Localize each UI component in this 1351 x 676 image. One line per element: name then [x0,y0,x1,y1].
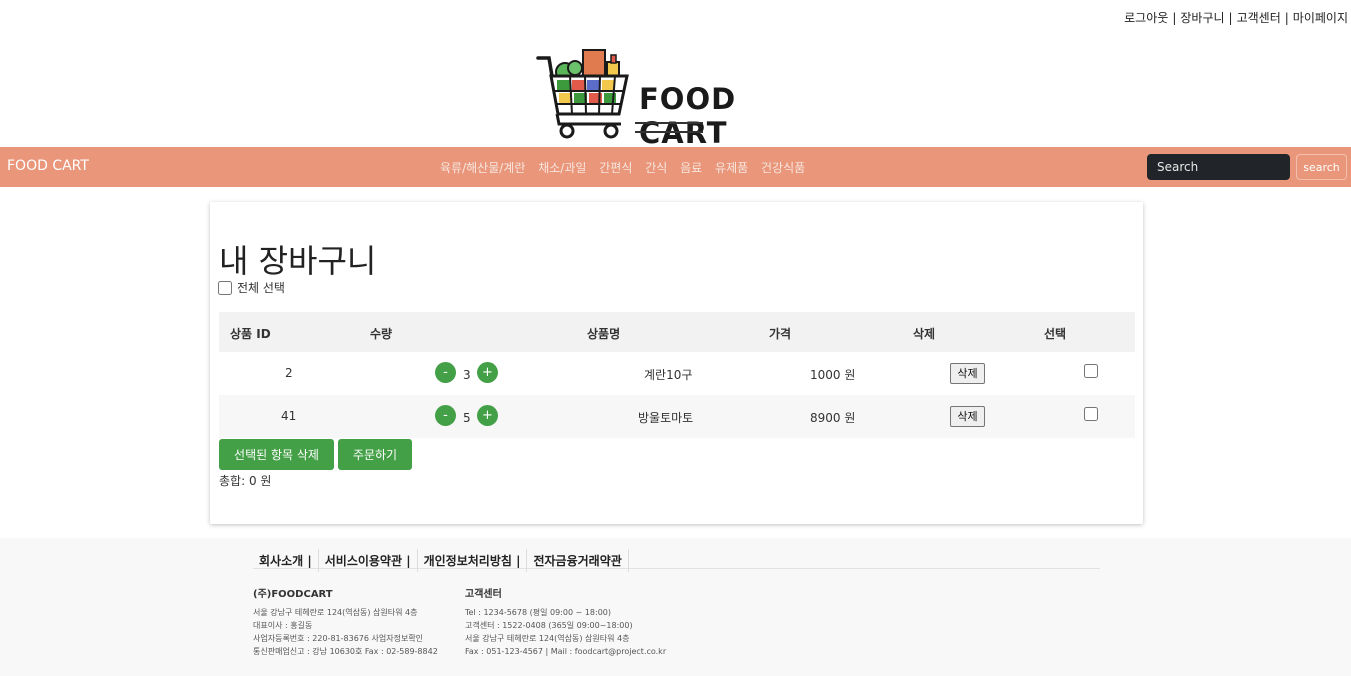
footer-link-e-finance[interactable]: 전자금융거래약관 [527,549,629,572]
logo-underline [635,131,703,133]
column-header-select: 선택 [1044,327,1067,341]
decrease-quantity-button[interactable]: - [435,362,456,383]
product-id: 2 [285,366,293,380]
cart-total: 총합: 0 원 [219,474,272,488]
company-mail-order-registration: 통신판매업신고 : 강남 10630호 Fax : 02-589-8842 [253,647,438,656]
support-fax-mail: Fax : 051-123-4567 | Mail : foodcart@pro… [465,647,667,656]
nav-item-snacks[interactable]: 간식 [645,161,667,175]
customer-center-title: 고객센터 [465,589,502,600]
nav-item-dairy[interactable]: 유제품 [715,161,748,175]
site-logo[interactable]: FOOD CART [535,46,815,150]
product-price: 1000 원 [810,368,856,382]
quantity-value: 3 [463,368,471,382]
logo-underline [635,122,703,124]
cart-panel: 내 장바구니 전체 선택 상품 ID 수량 상품명 가격 삭제 선택 2 - 3… [210,202,1143,524]
support-address: 서울 강남구 테헤란로 124(역삼동) 삼원타워 4층 [465,634,630,643]
nav-item-vegetables-fruits[interactable]: 채소/과일 [538,161,586,175]
select-all[interactable]: 전체 선택 [218,279,285,296]
company-business-number: 사업자등록번호 : 220-81-83676 사업자정보확인 [253,634,424,643]
separator: | [1172,11,1177,25]
nav-item-convenience-food[interactable]: 간편식 [599,161,632,175]
search-button[interactable]: search [1296,154,1347,180]
decrease-quantity-button[interactable]: - [435,405,456,426]
increase-quantity-button[interactable]: + [477,362,498,383]
order-button[interactable]: 주문하기 [338,439,412,470]
row-select-checkbox[interactable] [1084,364,1098,378]
column-header-id: 상품 ID [230,327,271,341]
column-header-price: 가격 [769,327,792,341]
footer-links: 회사소개 | 서비스이용약관 | 개인정보처리방침 | 전자금융거래약관 [253,549,1100,572]
delete-item-button[interactable]: 삭제 [950,406,985,427]
quantity-value: 5 [463,411,471,425]
customer-center-info: 고객센터 Tel : 1234-5678 (평일 09:00 ~ 18:00) … [465,588,666,658]
company-info: (주)FOODCART 서울 강남구 테헤란로 124(역삼동) 삼원타워 4층… [253,588,438,658]
customer-center-link[interactable]: 고객센터 [1237,11,1281,25]
site-footer: 회사소개 | 서비스이용약관 | 개인정보처리방침 | 전자금융거래약관 (주)FOO… [0,538,1351,676]
company-address: 서울 강남구 테헤란로 124(역삼동) 삼원타워 4층 [253,608,418,617]
cart-table-header: 상품 ID 수량 상품명 가격 삭제 선택 [219,312,1135,352]
separator: | [1228,11,1233,25]
nav-item-meat-seafood-eggs[interactable]: 육류/해산물/계란 [440,161,525,175]
logo-text: FOOD CART [639,82,737,150]
category-menu: 육류/해산물/계란 채소/과일 간편식 간식 음료 유제품 건강식품 [440,159,814,176]
page-title: 내 장바구니 [219,242,377,280]
product-name: 방울토마토 [638,411,694,425]
nav-item-health-food[interactable]: 건강식품 [761,161,805,175]
select-all-checkbox[interactable] [218,280,232,295]
cart-link[interactable]: 장바구니 [1180,11,1224,25]
table-row: 41 - 5 + 방울토마토 8900 원 삭제 [219,395,1135,438]
support-hotline: 고객센터 : 1522-0408 (365일 09:00~18:00) [465,621,633,630]
company-name: (주)FOODCART [253,589,333,600]
column-header-name: 상품명 [587,327,621,341]
delete-selected-button[interactable]: 선택된 항목 삭제 [219,439,334,470]
logout-link[interactable]: 로그아웃 [1124,11,1168,25]
footer-link-privacy[interactable]: 개인정보처리방침 | [418,549,528,572]
shopping-cart-icon [536,49,629,139]
row-select-checkbox[interactable] [1084,407,1098,421]
separator: | [1284,11,1289,25]
select-all-label: 전체 선택 [237,281,285,295]
increase-quantity-button[interactable]: + [477,405,498,426]
product-price: 8900 원 [810,411,856,425]
footer-link-terms[interactable]: 서비스이용약관 | [319,549,418,572]
company-ceo: 대표이사 : 홍길동 [253,621,313,630]
support-phone: Tel : 1234-5678 (평일 09:00 ~ 18:00) [465,608,612,617]
search-input[interactable] [1147,154,1290,180]
mypage-link[interactable]: 마이페이지 [1293,11,1348,25]
product-name: 계란10구 [644,368,693,382]
main-navbar: FOOD CART 육류/해산물/계란 채소/과일 간편식 간식 음료 유제품 … [0,147,1351,187]
delete-item-button[interactable]: 삭제 [950,363,985,384]
footer-link-about[interactable]: 회사소개 | [253,549,319,572]
column-header-delete: 삭제 [913,327,936,341]
top-utility-links: 로그아웃 | 장바구니 | 고객센터 | 마이페이지 [1124,9,1348,26]
nav-item-drinks[interactable]: 음료 [680,161,702,175]
table-row: 2 - 3 + 계란10구 1000 원 삭제 [219,352,1135,395]
product-id: 41 [281,409,297,423]
column-header-quantity: 수량 [370,327,393,341]
navbar-brand[interactable]: FOOD CART [7,158,89,174]
